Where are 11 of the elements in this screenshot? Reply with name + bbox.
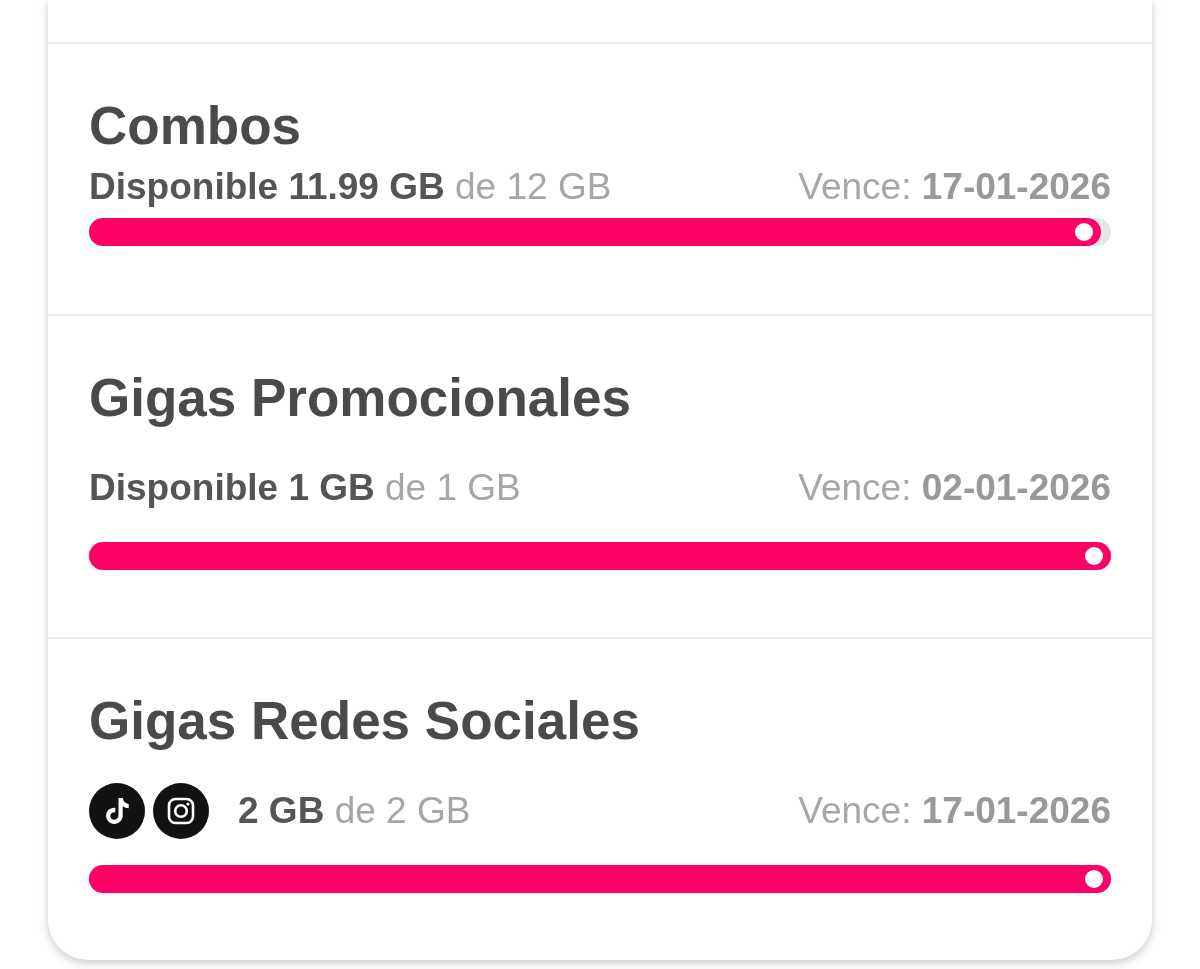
plan-title: Combos [89,95,301,157]
camera-icon [153,783,209,839]
data-amount: 2 GB de 2 GB [238,789,471,833]
music-note-icon [89,783,145,839]
expiry-date: Vence: 17-01-2026 [798,165,1111,209]
data-amount: Disponible 1 GB de 1 GB [89,466,521,510]
expiry-date: Vence: 02-01-2026 [798,466,1111,510]
expiry-date: Vence: 17-01-2026 [798,789,1111,833]
data-amount: Disponible 11.99 GB de 12 GB [89,165,612,209]
plan-title: Gigas Promocionales [89,367,631,429]
plan-title: Gigas Redes Sociales [89,690,640,752]
